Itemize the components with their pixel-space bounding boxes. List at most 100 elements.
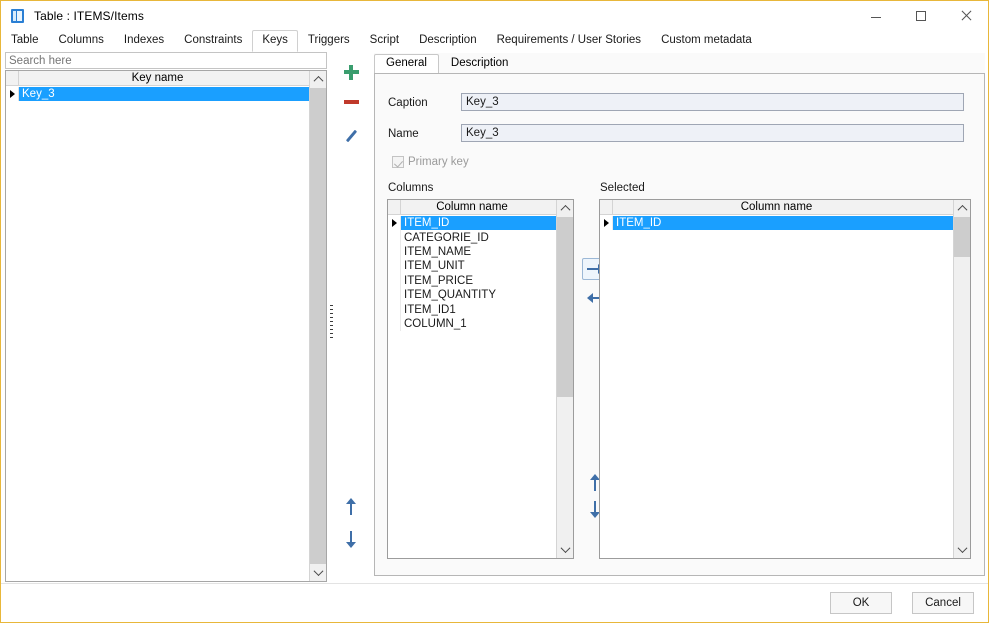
list-item[interactable]: ITEM_QUANTITY — [388, 287, 556, 303]
minimize-button[interactable] — [853, 1, 898, 30]
tab-label: Script — [369, 34, 400, 47]
chevron-up-icon — [313, 75, 323, 86]
column-name-cell[interactable]: ITEM_ID1 — [401, 302, 556, 317]
footer-divider — [1, 583, 988, 584]
tab-label: Description — [419, 34, 477, 47]
tab-label: Indexes — [123, 34, 165, 47]
primary-key-label: Primary key — [408, 156, 469, 168]
list-item[interactable]: ITEM_NAME — [388, 244, 556, 260]
scroll-up-button[interactable] — [557, 200, 573, 217]
move-key-down-button[interactable] — [338, 526, 364, 552]
list-item[interactable]: CATEGORIE_ID — [388, 230, 556, 245]
row-indicator-icon — [388, 259, 401, 274]
scrollbar-thumb[interactable] — [557, 217, 573, 397]
maximize-button[interactable] — [898, 1, 943, 30]
column-name-cell[interactable]: ITEM_ID — [613, 216, 953, 231]
column-name-cell[interactable]: ITEM_QUANTITY — [401, 287, 556, 303]
column-name-cell[interactable]: ITEM_UNIT — [401, 259, 556, 274]
tab-constraints[interactable]: Constraints — [174, 30, 252, 52]
row-indicator-icon — [388, 230, 401, 245]
scroll-down-button[interactable] — [310, 564, 326, 581]
tab-label: Requirements / User Stories — [496, 34, 642, 47]
tab-label: Triggers — [307, 34, 350, 47]
selected-columns-scrollbar[interactable] — [953, 200, 970, 558]
cancel-button[interactable]: Cancel — [912, 592, 974, 614]
arrow-up-icon — [343, 497, 359, 517]
list-item[interactable]: ITEM_UNIT — [388, 259, 556, 274]
column-name-cell[interactable]: CATEGORIE_ID — [401, 230, 556, 245]
available-columns-grid[interactable]: Column name ITEM_ID CATEGORIE_ID ITEM_NA… — [387, 199, 574, 559]
table-icon — [10, 8, 26, 24]
window-title: Table : ITEMS/Items — [34, 8, 144, 23]
tab-label: Custom metadata — [661, 34, 752, 47]
close-button[interactable] — [943, 1, 988, 30]
caption-label: Caption — [388, 97, 428, 109]
plus-icon — [343, 64, 359, 80]
arrow-down-icon — [343, 529, 359, 549]
tab-indexes[interactable]: Indexes — [114, 30, 174, 52]
list-item[interactable]: ITEM_ID1 — [388, 302, 556, 317]
key-detail-panel: General Description Caption Name Primary… — [374, 53, 985, 576]
key-list[interactable]: Key name Key_3 — [5, 70, 327, 582]
chevron-up-icon — [957, 204, 967, 215]
tab-script[interactable]: Script — [360, 30, 409, 52]
window-controls — [853, 1, 988, 30]
chevron-down-icon — [313, 566, 323, 577]
scroll-down-button[interactable] — [954, 541, 970, 558]
tab-description[interactable]: Description — [409, 30, 487, 52]
checkmark-icon — [392, 156, 404, 168]
scroll-down-button[interactable] — [557, 541, 573, 558]
tab-custom-metadata[interactable]: Custom metadata — [651, 30, 762, 52]
key-name-column-header[interactable]: Key name — [6, 71, 310, 86]
key-list-scrollbar[interactable] — [309, 71, 326, 581]
selected-columns-rows: ITEM_ID — [600, 216, 953, 231]
search-input[interactable] — [5, 52, 327, 69]
selected-columns-grid[interactable]: Column name ITEM_ID — [599, 199, 971, 559]
name-label: Name — [388, 128, 419, 140]
column-name-cell[interactable]: ITEM_ID — [401, 216, 556, 231]
remove-key-button[interactable] — [338, 89, 364, 115]
add-key-button[interactable] — [338, 59, 364, 85]
ok-button[interactable]: OK — [830, 592, 892, 614]
column-name-cell[interactable]: ITEM_PRICE — [401, 273, 556, 288]
scrollbar-thumb[interactable] — [954, 217, 970, 257]
selected-column-name-header[interactable]: Column name — [600, 200, 953, 215]
row-indicator-icon — [6, 87, 19, 101]
column-name-cell[interactable]: ITEM_NAME — [401, 244, 556, 260]
available-columns-rows: ITEM_ID CATEGORIE_ID ITEM_NAME ITEM_UNIT — [388, 216, 556, 332]
available-grid-corner-cell — [388, 200, 401, 215]
tab-keys[interactable]: Keys — [252, 30, 298, 52]
tab-columns[interactable]: Columns — [49, 30, 114, 52]
column-name-cell[interactable]: COLUMN_1 — [401, 316, 556, 332]
edit-key-button[interactable] — [338, 123, 364, 149]
pencil-icon — [343, 128, 359, 144]
scroll-up-button[interactable] — [310, 71, 326, 88]
available-columns-scrollbar[interactable] — [556, 200, 573, 558]
scroll-up-button[interactable] — [954, 200, 970, 217]
columns-group-label: Columns — [388, 182, 434, 194]
row-indicator-icon — [388, 316, 401, 332]
chevron-up-icon — [560, 204, 570, 215]
chevron-down-icon — [957, 543, 967, 554]
chevron-down-icon — [560, 543, 570, 554]
available-column-name-header[interactable]: Column name — [388, 200, 556, 215]
panel-splitter-handle[interactable] — [329, 301, 334, 341]
key-list-corner-cell — [6, 71, 19, 86]
tab-triggers[interactable]: Triggers — [298, 30, 360, 52]
scrollbar-thumb[interactable] — [310, 88, 326, 564]
tab-general[interactable]: General — [374, 54, 439, 74]
selected-group-label: Selected — [600, 182, 645, 194]
move-key-up-button[interactable] — [338, 494, 364, 520]
key-list-row[interactable]: Key_3 — [6, 87, 310, 101]
tab-requirements-user-stories[interactable]: Requirements / User Stories — [487, 30, 651, 52]
key-name-cell[interactable]: Key_3 — [19, 87, 310, 101]
tab-detail-description[interactable]: Description — [439, 54, 521, 74]
name-input[interactable] — [461, 124, 964, 142]
tab-table[interactable]: Table — [1, 30, 49, 52]
row-indicator-icon — [388, 287, 401, 303]
list-item[interactable]: ITEM_ID — [600, 216, 953, 231]
list-item[interactable]: COLUMN_1 — [388, 316, 556, 332]
caption-input[interactable] — [461, 93, 964, 111]
list-item[interactable]: ITEM_ID — [388, 216, 556, 231]
list-item[interactable]: ITEM_PRICE — [388, 273, 556, 288]
